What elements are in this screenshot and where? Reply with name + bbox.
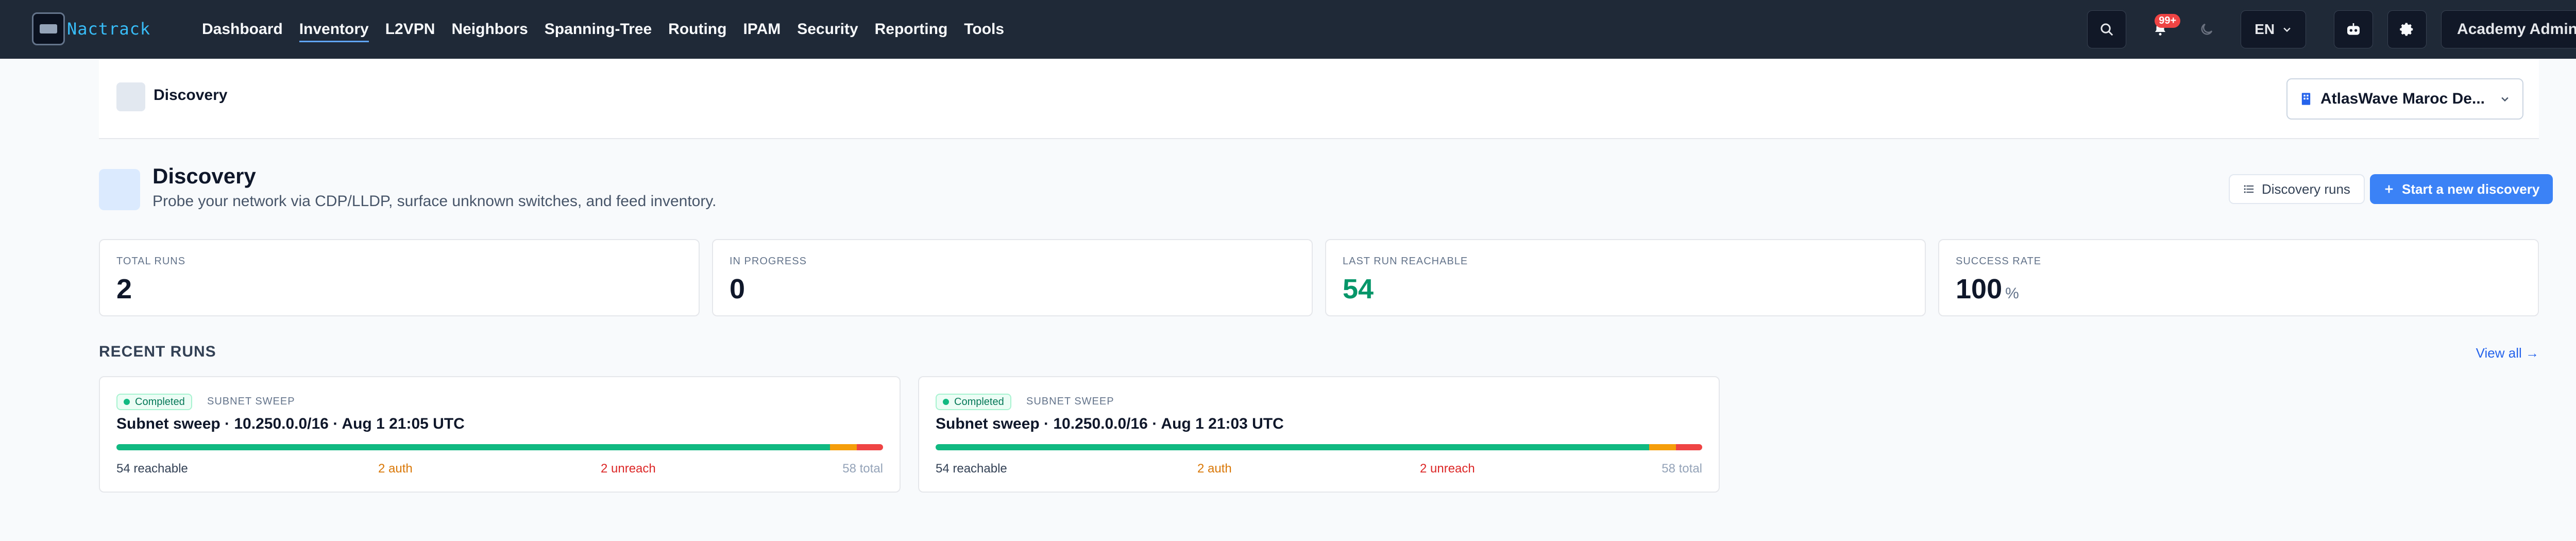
nav-dashboard[interactable]: Dashboard <box>202 21 283 38</box>
unreach-count: 2 unreach <box>601 462 656 476</box>
nav-security[interactable]: Security <box>797 21 858 38</box>
stat-success-rate: SUCCESS RATE 100% <box>1938 239 2539 316</box>
nav-spanning-tree[interactable]: Spanning-Tree <box>545 21 652 38</box>
bar-segment-auth <box>830 444 857 450</box>
gear-icon <box>2400 23 2413 36</box>
stat-value: 100% <box>1956 274 2019 305</box>
stat-last-run-reachable: LAST RUN REACHABLE 54 <box>1325 239 1926 316</box>
stat-label: IN PROGRESS <box>730 256 807 267</box>
nav-neighbors[interactable]: Neighbors <box>451 21 528 38</box>
site-selector-value: AtlasWave Maroc De... <box>2320 90 2485 107</box>
discovery-runs-label: Discovery runs <box>2262 181 2350 197</box>
run-card[interactable]: Completed SUBNET SWEEP Subnet sweep · 10… <box>99 376 901 493</box>
stat-total-runs: TOTAL RUNS 2 <box>99 239 700 316</box>
stat-unit: % <box>2005 285 2019 302</box>
total-count: 58 total <box>842 462 883 476</box>
plus-icon <box>2385 185 2393 193</box>
context-title: Discovery <box>154 87 228 104</box>
view-all-link[interactable]: View all → <box>2476 345 2539 361</box>
bar-segment-auth <box>1649 444 1676 450</box>
assistant-button[interactable] <box>2334 10 2374 48</box>
site-selector[interactable]: AtlasWave Maroc De... <box>2286 78 2523 120</box>
status-dot-icon <box>124 399 130 405</box>
building-icon <box>2301 93 2311 105</box>
unreach-count: 2 unreach <box>1420 462 1475 476</box>
chevron-down-icon <box>2501 97 2509 102</box>
language-select[interactable]: EN <box>2241 10 2307 48</box>
notification-badge: 99+ <box>2155 14 2181 28</box>
total-count: 58 total <box>1662 462 1702 476</box>
stat-label: LAST RUN REACHABLE <box>1343 256 1468 267</box>
status-badge: Completed <box>936 394 1011 410</box>
brand-logo-icon <box>32 12 65 45</box>
main-nav: Dashboard Inventory L2VPN Neighbors Span… <box>202 0 1021 59</box>
search-icon <box>2100 23 2113 36</box>
brand-name: Nactrack <box>67 19 151 39</box>
context-header: Discovery AtlasWave Maroc De... <box>99 59 2539 139</box>
language-value: EN <box>2255 21 2275 37</box>
stat-label: TOTAL RUNS <box>116 256 186 267</box>
page-subtitle: Probe your network via CDP/LLDP, surface… <box>152 193 717 210</box>
brand[interactable]: Nactrack <box>32 12 150 45</box>
nav-l2vpn[interactable]: L2VPN <box>385 21 435 38</box>
start-discovery-label: Start a new discovery <box>2402 181 2540 197</box>
run-progress-bar <box>936 444 1702 450</box>
run-title: Subnet sweep · 10.250.0.0/16 · Aug 1 21:… <box>936 415 1284 432</box>
run-type: SUBNET SWEEP <box>207 396 295 407</box>
start-discovery-button[interactable]: Start a new discovery <box>2370 174 2553 204</box>
stat-value: 2 <box>116 274 132 305</box>
user-name: Academy Admin <box>2457 21 2576 38</box>
notifications-button[interactable]: 99+ <box>2141 10 2181 48</box>
stat-value: 0 <box>730 274 745 305</box>
nav-reporting[interactable]: Reporting <box>875 21 948 38</box>
run-title: Subnet sweep · 10.250.0.0/16 · Aug 1 21:… <box>116 415 465 432</box>
bar-segment-reachable <box>936 444 1650 450</box>
bar-segment-unreach <box>856 444 883 450</box>
status-text: Completed <box>954 396 1004 408</box>
status-dot-icon <box>943 399 949 405</box>
theme-toggle[interactable] <box>2187 10 2226 48</box>
stat-value: 54 <box>1343 274 1374 305</box>
nav-actions: 99+ EN Academy Admin <box>2087 10 2576 48</box>
recent-runs-title: RECENT RUNS <box>99 343 216 360</box>
status-badge: Completed <box>116 394 192 410</box>
status-text: Completed <box>135 396 185 408</box>
page-title: Discovery <box>152 164 256 188</box>
auth-count: 2 auth <box>1197 462 1232 476</box>
nav-inventory[interactable]: Inventory <box>299 21 369 42</box>
user-menu[interactable]: Academy Admin <box>2441 10 2576 48</box>
stat-label: SUCCESS RATE <box>1956 256 2042 267</box>
reachable-count: 54 reachable <box>116 462 188 476</box>
bar-segment-reachable <box>116 444 831 450</box>
discovery-icon <box>116 82 145 111</box>
top-navbar: Nactrack Dashboard Inventory L2VPN Neigh… <box>0 0 2576 59</box>
nav-routing[interactable]: Routing <box>668 21 726 38</box>
settings-button[interactable] <box>2387 10 2427 48</box>
reachable-count: 54 reachable <box>936 462 1007 476</box>
bar-segment-unreach <box>1675 444 1702 450</box>
auth-count: 2 auth <box>378 462 413 476</box>
nav-tools[interactable]: Tools <box>964 21 1004 38</box>
run-type: SUBNET SWEEP <box>1026 396 1114 407</box>
discovery-runs-button[interactable]: Discovery runs <box>2229 174 2365 204</box>
list-icon <box>2244 185 2254 193</box>
moon-icon <box>2201 23 2213 35</box>
page-icon <box>99 169 140 210</box>
stat-in-progress: IN PROGRESS 0 <box>712 239 1313 316</box>
nav-ipam[interactable]: IPAM <box>743 21 781 38</box>
run-card[interactable]: Completed SUBNET SWEEP Subnet sweep · 10… <box>918 376 1720 493</box>
run-progress-bar <box>116 444 883 450</box>
robot-icon <box>2347 23 2360 35</box>
chevron-down-icon <box>2283 27 2291 32</box>
search-button[interactable] <box>2087 10 2127 48</box>
